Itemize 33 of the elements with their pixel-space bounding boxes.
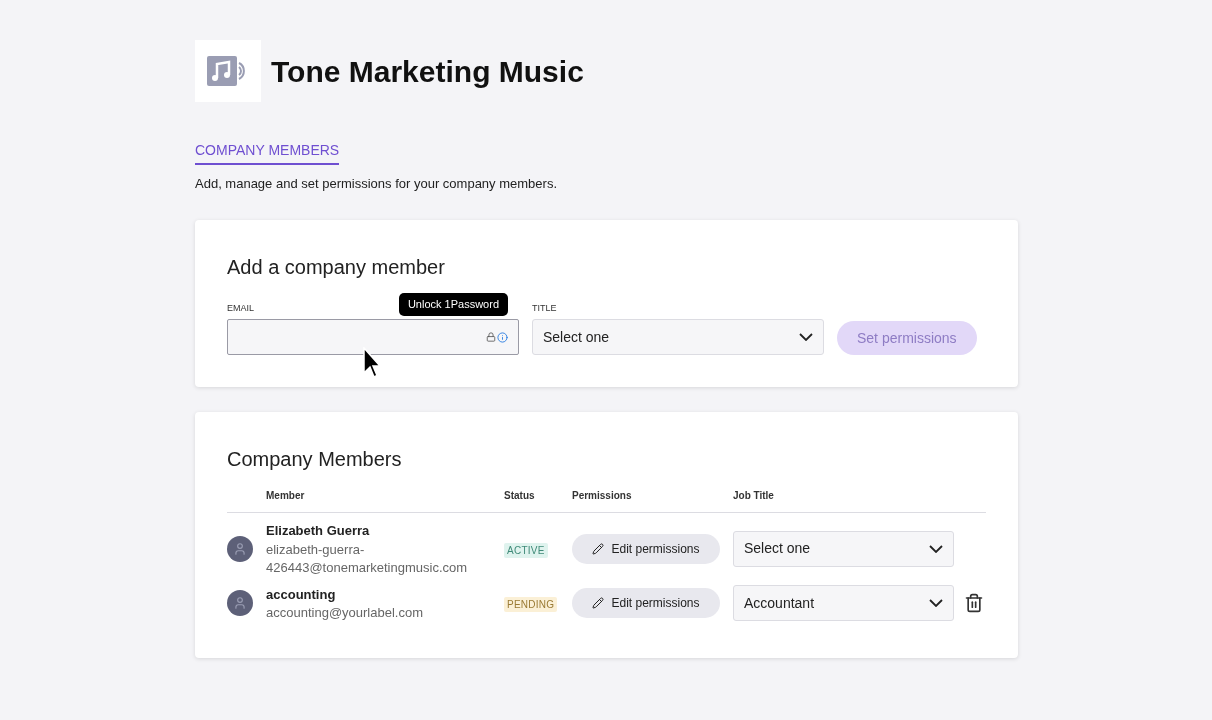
- member-email: accounting@yourlabel.com: [266, 604, 424, 622]
- edit-permissions-button[interactable]: Edit permissions: [572, 588, 720, 619]
- card-title: Add a company member: [227, 254, 446, 280]
- tooltip: Unlock 1Password: [398, 293, 508, 316]
- page-description: Add, manage and set permissions for your company members.: [195, 175, 558, 193]
- column-header: Member: [266, 489, 306, 503]
- logo-icon: [195, 40, 261, 102]
- delete-icon[interactable]: [964, 593, 984, 614]
- company-name: Tone Marketing Music: [271, 53, 584, 90]
- member-name: Elizabeth Guerra: [266, 522, 371, 540]
- status-badge: PENDING: [504, 597, 558, 613]
- edit-permissions-button[interactable]: Edit permissions: [572, 533, 720, 564]
- status-badge: ACTIVE: [504, 542, 548, 558]
- job-title-select[interactable]: Select one: [733, 530, 954, 567]
- password-manager-icon[interactable]: [486, 331, 508, 343]
- title-select[interactable]: Select one: [532, 319, 824, 355]
- field-label: EMAIL: [227, 301, 254, 315]
- avatar-icon: [227, 590, 253, 617]
- chevron-down-icon: [929, 544, 943, 553]
- avatar-icon: [227, 535, 253, 562]
- card-title: Company Members: [227, 447, 403, 472]
- chevron-down-icon: [929, 599, 943, 608]
- field-label: TITLE: [532, 301, 558, 315]
- column-header: Status: [504, 489, 536, 503]
- tab[interactable]: COMPANY MEMBERS: [195, 140, 340, 165]
- column-header: Job Title: [733, 489, 774, 503]
- pencil-icon: [592, 542, 605, 555]
- column-header: Permissions: [572, 489, 633, 503]
- pencil-icon: [592, 597, 605, 610]
- member-name: accounting: [266, 585, 337, 604]
- chevron-down-icon: [799, 333, 813, 341]
- member-email: elizabeth-guerra-426443@tonemarketingmusic.com: [266, 540, 469, 577]
- job-title-select[interactable]: Accountant: [733, 585, 954, 622]
